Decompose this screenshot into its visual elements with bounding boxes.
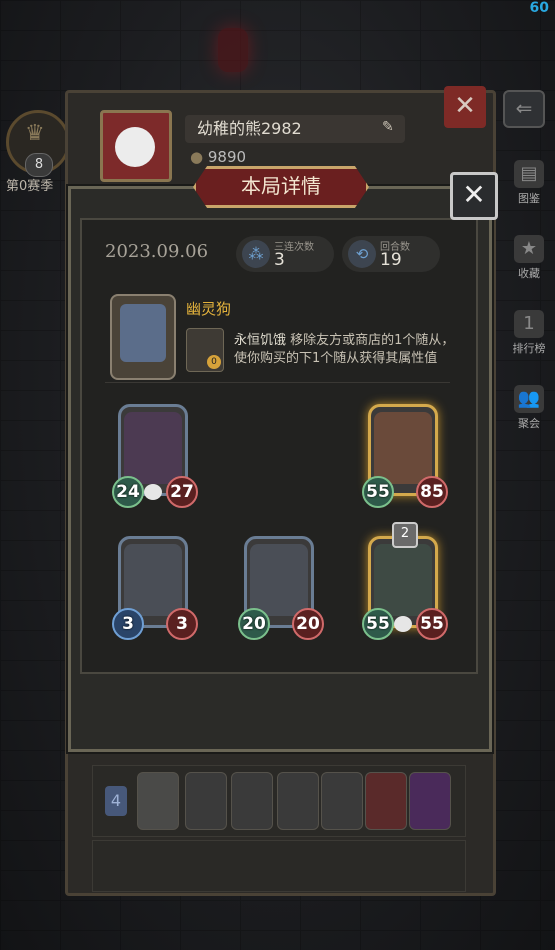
coin-icon: ● — [190, 148, 204, 166]
dialog-title: 本局详情 — [193, 166, 369, 208]
book-icon: ▤ — [514, 160, 544, 188]
stat-value: 3 — [274, 250, 285, 270]
star-icon: ★ — [514, 235, 544, 263]
minion-health: 27 — [166, 476, 198, 508]
minion-art — [374, 412, 432, 484]
match-date: 2023.09.06 — [105, 241, 209, 262]
minion-art — [250, 544, 308, 616]
minion-card[interactable]: 20 20 — [238, 536, 324, 640]
minion-attack: 24 — [112, 476, 144, 508]
ability-name: 永恒饥饿 — [234, 333, 287, 348]
minion-attack: 55 — [362, 608, 394, 640]
skull-icon — [144, 484, 162, 500]
history-row[interactable] — [92, 840, 466, 892]
minion-thumb — [321, 772, 363, 830]
season-number: 8 — [25, 153, 53, 177]
minion-attack: 55 — [362, 476, 394, 508]
minion-art — [124, 544, 182, 616]
minion-art — [374, 544, 432, 616]
side-nav-label: 收藏 — [518, 267, 540, 280]
close-dialog-button[interactable]: ✕ — [450, 172, 498, 220]
nickname-field[interactable]: 幼稚的熊2982 — [185, 115, 405, 143]
back-arrow-icon: ⇐ — [515, 96, 533, 120]
party-icon: 👥 — [514, 385, 544, 413]
minion-card[interactable]: 2 55 55 — [362, 522, 448, 640]
hero-portrait — [110, 294, 176, 380]
skull-icon — [394, 616, 412, 632]
history-row[interactable]: 4 — [92, 765, 466, 837]
side-nav-book[interactable]: ▤ 图鉴 — [509, 160, 549, 210]
side-nav-collection[interactable]: ★ 收藏 — [509, 235, 549, 285]
side-nav-label: 排行榜 — [512, 342, 546, 355]
divider — [105, 382, 450, 383]
minion-art — [124, 412, 182, 484]
side-nav-party[interactable]: 👥 聚会 — [509, 385, 549, 435]
minion-card[interactable]: 55 85 — [362, 404, 448, 508]
close-icon: ✕ — [462, 178, 486, 211]
hero-ability: 永恒饥饿 移除友方或商店的1个随从，使你购买的下1个随从获得其属性值 — [234, 332, 464, 368]
fps-counter: 60 — [529, 0, 549, 16]
hero-art — [120, 304, 166, 362]
coin-amount: 9890 — [207, 148, 247, 166]
minion-health: 55 — [416, 608, 448, 640]
minion-card[interactable]: 3 3 — [112, 536, 198, 640]
close-profile-button[interactable]: ✕ — [444, 86, 486, 128]
side-nav-label: 图鉴 — [518, 192, 540, 205]
minion-attack: 3 — [112, 608, 144, 640]
season-label: 第0赛季 — [6, 179, 54, 194]
minion-card[interactable]: 24 27 — [112, 404, 198, 508]
triple-icon: ⁂ — [242, 240, 270, 268]
minion-thumb — [409, 772, 451, 830]
minion-thumb — [231, 772, 273, 830]
close-icon: ✕ — [454, 91, 476, 121]
minion-thumb — [185, 772, 227, 830]
tier-badge: 2 — [392, 522, 418, 548]
avatar[interactable] — [100, 110, 172, 182]
stat-rounds: ⟲ 回合数 19 — [342, 236, 440, 272]
hero-name: 幽灵狗 — [186, 300, 232, 318]
crown-icon: ♛ — [25, 121, 45, 146]
avatar-face — [115, 127, 155, 167]
minion-health: 85 — [416, 476, 448, 508]
minion-attack: 20 — [238, 608, 270, 640]
rank-icon: 1 — [514, 310, 544, 338]
season-badge[interactable]: ♛ 8 — [6, 110, 70, 177]
hero-power-cost: 0 — [207, 355, 221, 369]
minion-thumb — [365, 772, 407, 830]
minion-health: 20 — [292, 608, 324, 640]
hero-power: 0 — [186, 328, 224, 372]
back-button[interactable]: ⇐ — [503, 90, 545, 128]
side-nav-leaderboard[interactable]: 1 排行榜 — [509, 310, 549, 360]
edit-pencil-icon[interactable]: ✎ — [382, 119, 394, 135]
minion-health: 3 — [166, 608, 198, 640]
stat-triples: ⁂ 三连次数 3 — [236, 236, 334, 272]
rounds-icon: ⟲ — [348, 240, 376, 268]
hero-thumb — [137, 772, 179, 830]
coin-balance: ● 9890 — [190, 148, 246, 166]
lamp-decoration — [218, 28, 248, 72]
stat-value: 19 — [380, 250, 402, 270]
rank-badge: 4 — [105, 786, 127, 816]
minion-thumb — [277, 772, 319, 830]
side-nav-label: 聚会 — [518, 417, 540, 430]
